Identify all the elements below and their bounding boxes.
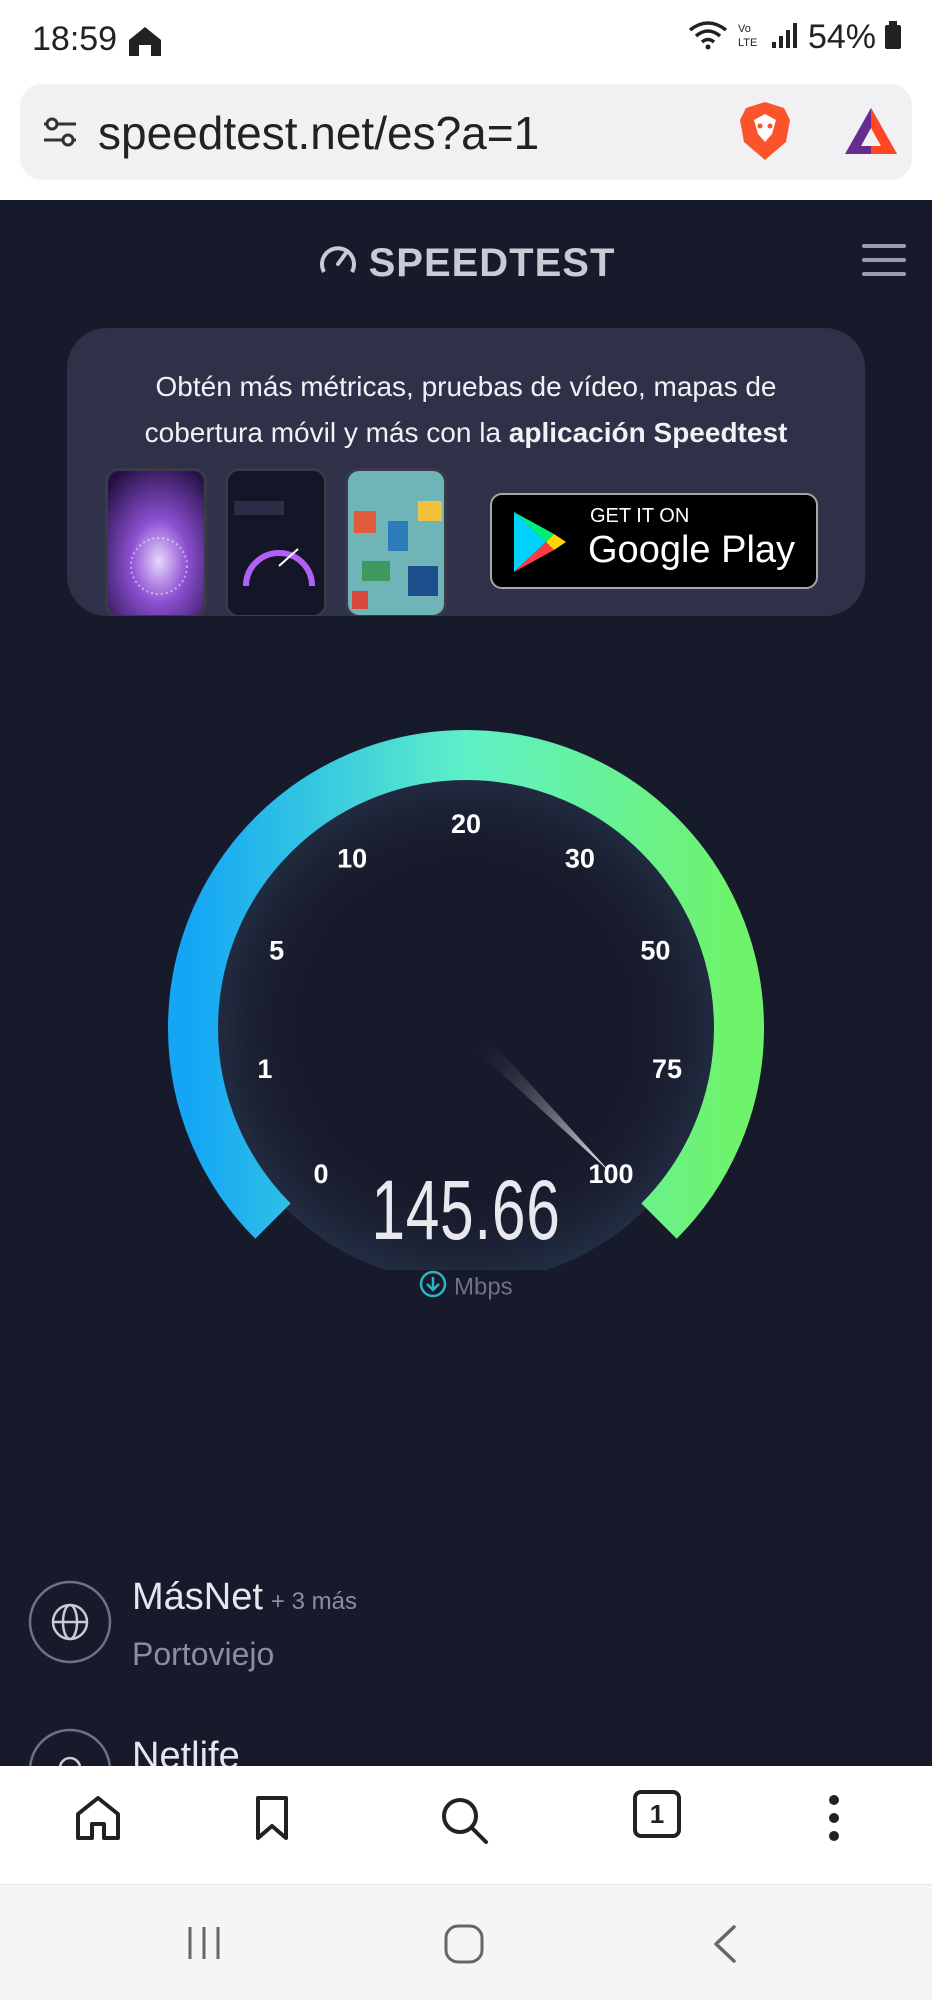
server-name-2[interactable]: Netlife bbox=[132, 1735, 240, 1766]
gauge-tick-label: 50 bbox=[640, 936, 670, 966]
server-extra: + 3 más bbox=[270, 1588, 357, 1615]
svg-text:Vo: Vo bbox=[738, 23, 751, 35]
signal-icon bbox=[770, 20, 800, 55]
gauge-tick-label: 1 bbox=[257, 1054, 272, 1084]
promo-line2-prefix: cobertura móvil y más con la bbox=[144, 417, 509, 448]
tune-icon[interactable] bbox=[40, 112, 80, 157]
back-icon[interactable] bbox=[710, 1923, 740, 1970]
person-icon bbox=[28, 1728, 112, 1766]
speedtest-page: SPEEDTEST Obtén más métricas, pruebas de… bbox=[0, 200, 932, 1766]
server-name-text: MásNet bbox=[132, 1576, 263, 1618]
google-play-button[interactable]: GET IT ON Google Play bbox=[490, 493, 818, 589]
android-navbar bbox=[0, 1884, 932, 2000]
store-big-text: Google Play bbox=[588, 529, 796, 571]
gauge-tick-label: 30 bbox=[565, 844, 595, 874]
gauge-logo-icon bbox=[317, 240, 359, 287]
promo-text: Obtén más métricas, pruebas de vídeo, ma… bbox=[67, 364, 865, 456]
tabs-button[interactable]: 1 bbox=[633, 1790, 681, 1838]
promo-line2-bold: aplicación Speedtest bbox=[508, 417, 788, 448]
store-small-text: GET IT ON bbox=[590, 505, 690, 527]
home-nav-icon[interactable] bbox=[443, 1923, 485, 1970]
speed-unit: Mbps bbox=[453, 1273, 513, 1301]
home-icon bbox=[126, 24, 164, 63]
battery-icon bbox=[884, 20, 902, 55]
recents-icon[interactable] bbox=[184, 1923, 224, 1968]
globe-icon bbox=[28, 1580, 112, 1669]
battery-percent: 54% bbox=[807, 18, 876, 56]
speedtest-logo[interactable]: SPEEDTEST bbox=[0, 240, 932, 287]
server-name: MásNet + 3 más bbox=[132, 1576, 357, 1619]
speed-value: 145.66 bbox=[371, 1163, 561, 1257]
status-time: 18:59 bbox=[32, 20, 118, 58]
browser-toolbar: 1 bbox=[0, 1766, 932, 1884]
volte-icon: Vo LTE bbox=[736, 20, 762, 55]
more-icon[interactable] bbox=[826, 1794, 842, 1847]
address-bar[interactable]: speedtest.net/es?a=1 bbox=[20, 84, 912, 180]
search-icon[interactable] bbox=[438, 1794, 490, 1851]
server-location: Portoviejo bbox=[132, 1636, 275, 1672]
gauge-tick-label: 75 bbox=[652, 1054, 682, 1084]
bookmark-icon[interactable] bbox=[254, 1794, 290, 1847]
gauge-tick-label: 10 bbox=[337, 844, 367, 874]
svg-text:LTE: LTE bbox=[738, 37, 757, 49]
status-icons: Vo LTE 54% bbox=[688, 18, 902, 57]
download-icon bbox=[419, 1270, 454, 1304]
promo-line1: Obtén más métricas, pruebas de vídeo, ma… bbox=[155, 371, 777, 402]
url-text[interactable]: speedtest.net/es?a=1 bbox=[98, 106, 539, 160]
speed-unit-row: Mbps bbox=[0, 1270, 932, 1305]
status-bar: 18:59 Vo LTE 54% bbox=[0, 0, 932, 82]
gauge-tick-label: 20 bbox=[451, 809, 481, 839]
bat-rewards-icon[interactable] bbox=[843, 106, 899, 163]
phone-screenshot-3 bbox=[345, 468, 447, 616]
brave-icon[interactable] bbox=[736, 100, 794, 167]
google-play-icon bbox=[510, 509, 570, 580]
gauge-tick-label: 5 bbox=[269, 936, 284, 966]
wifi-icon bbox=[688, 20, 728, 55]
logo-text: SPEEDTEST bbox=[368, 241, 616, 285]
app-promo-banner[interactable]: Obtén más métricas, pruebas de vídeo, ma… bbox=[67, 328, 865, 616]
phone-screenshot-2 bbox=[225, 468, 327, 616]
phone-screenshot-1 bbox=[105, 468, 207, 616]
home-icon[interactable] bbox=[72, 1794, 124, 1847]
hamburger-menu-icon[interactable] bbox=[862, 242, 906, 283]
